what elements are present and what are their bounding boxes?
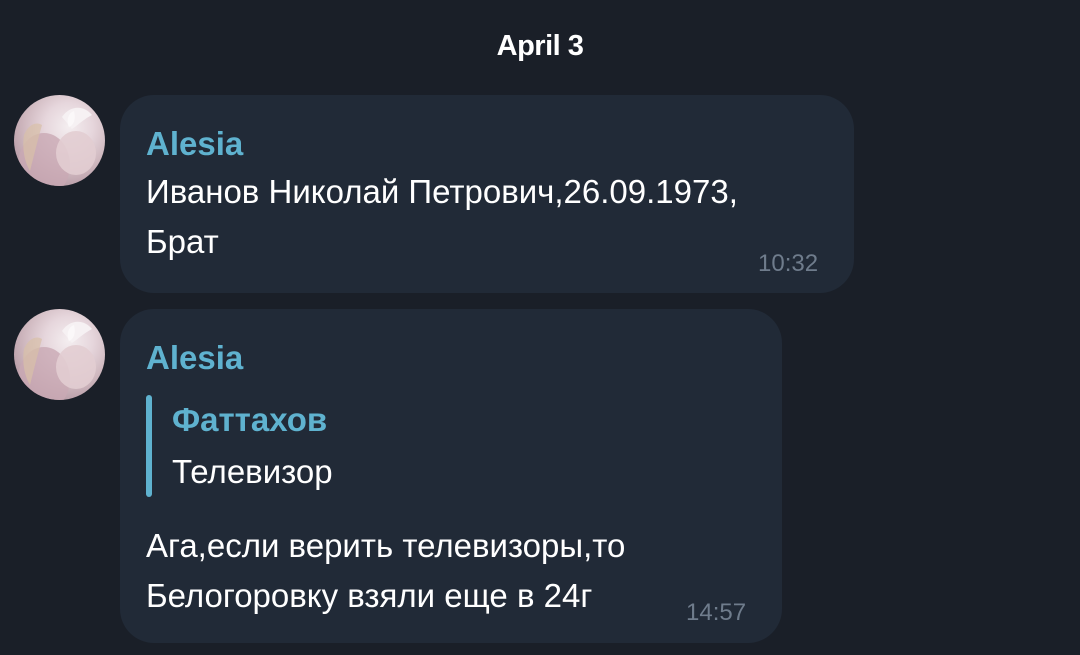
message-time: 10:32 (758, 250, 819, 277)
avatar[interactable] (14, 95, 105, 186)
reply-text: Телевизор (172, 453, 333, 490)
sender-name[interactable]: Alesia (146, 125, 243, 163)
message-text-line: Белогоровку взяли еще в 24г (146, 577, 593, 614)
avatar[interactable] (14, 309, 105, 400)
reply-quote[interactable]: Фаттахов Телевизор (146, 395, 333, 497)
message-time: 14:57 (686, 599, 747, 626)
message-text-line: Брат (146, 223, 219, 260)
avatar-photo-icon (18, 107, 96, 186)
reply-bar (146, 395, 152, 497)
message-bubble[interactable]: Alesia Иванов Николай Петрович,26.09.197… (120, 95, 854, 293)
date-separator: April 3 (496, 30, 584, 62)
avatar-photo-icon (18, 321, 96, 400)
message-text-line: Ага,если верить телевизоры,то (146, 527, 626, 564)
reply-sender-name: Фаттахов (172, 401, 328, 438)
message-bubble[interactable]: Alesia Фаттахов Телевизор Ага,если верит… (120, 309, 782, 643)
message-text-line: Иванов Николай Петрович,26.09.1973, (146, 173, 738, 210)
sender-name[interactable]: Alesia (146, 339, 243, 377)
